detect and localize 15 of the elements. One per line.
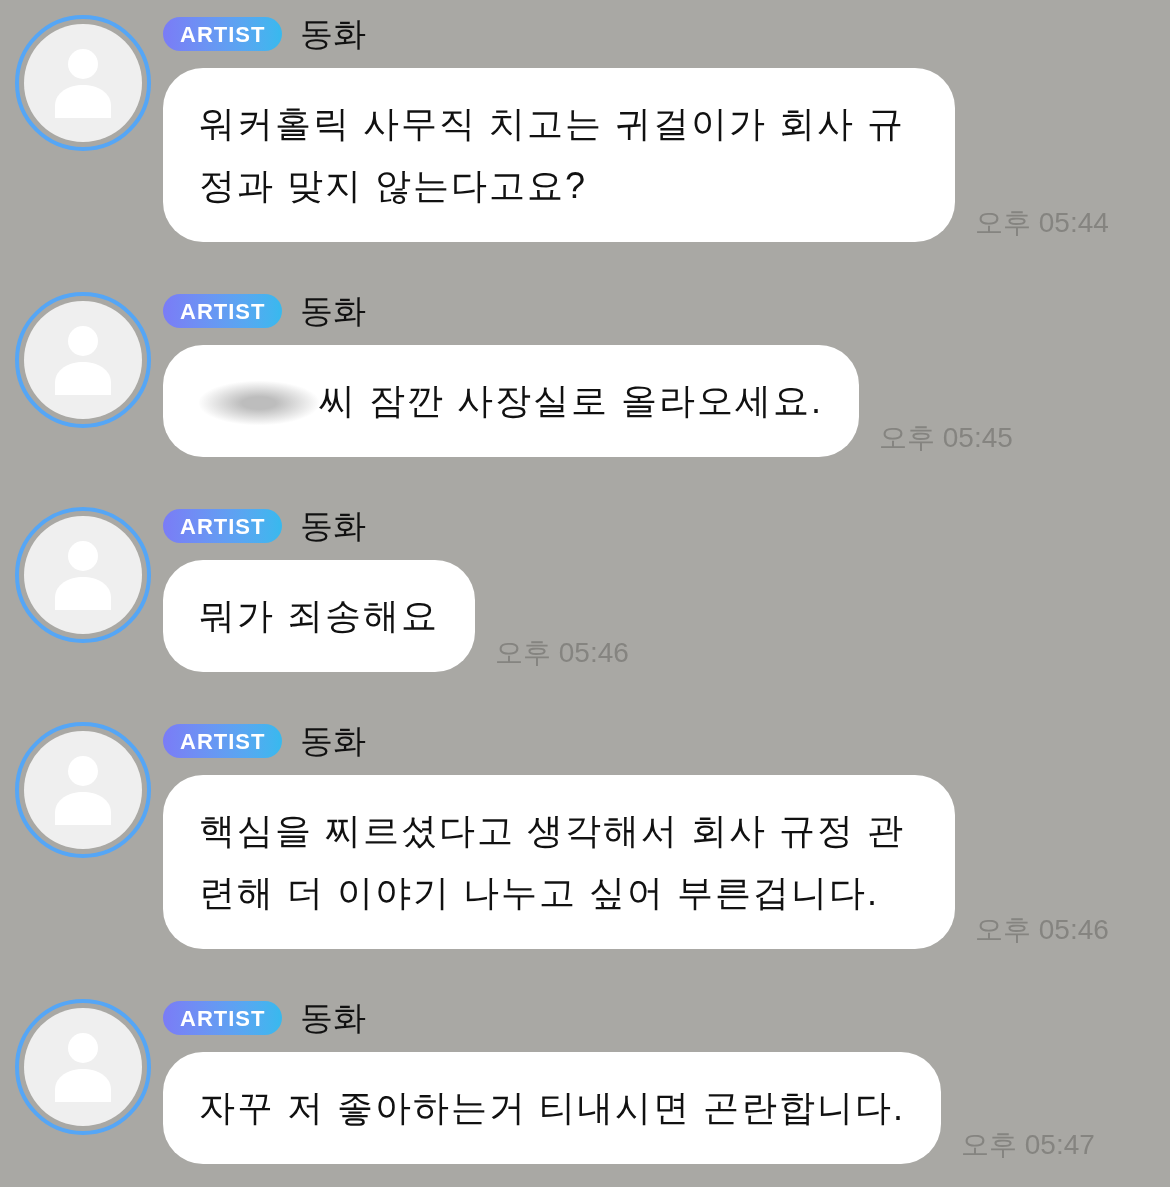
sender-name: 동화 (300, 724, 367, 758)
sender-name: 동화 (300, 294, 367, 328)
artist-badge: ARTIST (163, 724, 283, 758)
sender-name: 동화 (300, 1001, 367, 1035)
message-text: 워커홀릭 사무직 치고는 귀걸이가 회사 규정과 맞지 않는다고요? (199, 103, 905, 206)
message-text: 씨 잠깐 사장실로 올라오세요. (319, 380, 823, 421)
message-text: 핵심을 찌르셨다고 생각해서 회사 규정 관련해 더 이야기 나누고 싶어 부른겁니다. (199, 810, 905, 913)
message-text: 뭐가 죄송해요 (199, 595, 439, 636)
message-text: 자꾸 저 좋아하는거 티내시면 곤란합니다. (199, 1087, 905, 1128)
artist-badge: ARTIST (163, 294, 283, 328)
artist-badge: ARTIST (163, 509, 283, 543)
sender-name: 동화 (300, 509, 367, 543)
artist-badge: ARTIST (163, 17, 283, 51)
sender-name: 동화 (300, 17, 367, 51)
artist-badge: ARTIST (163, 1001, 283, 1035)
